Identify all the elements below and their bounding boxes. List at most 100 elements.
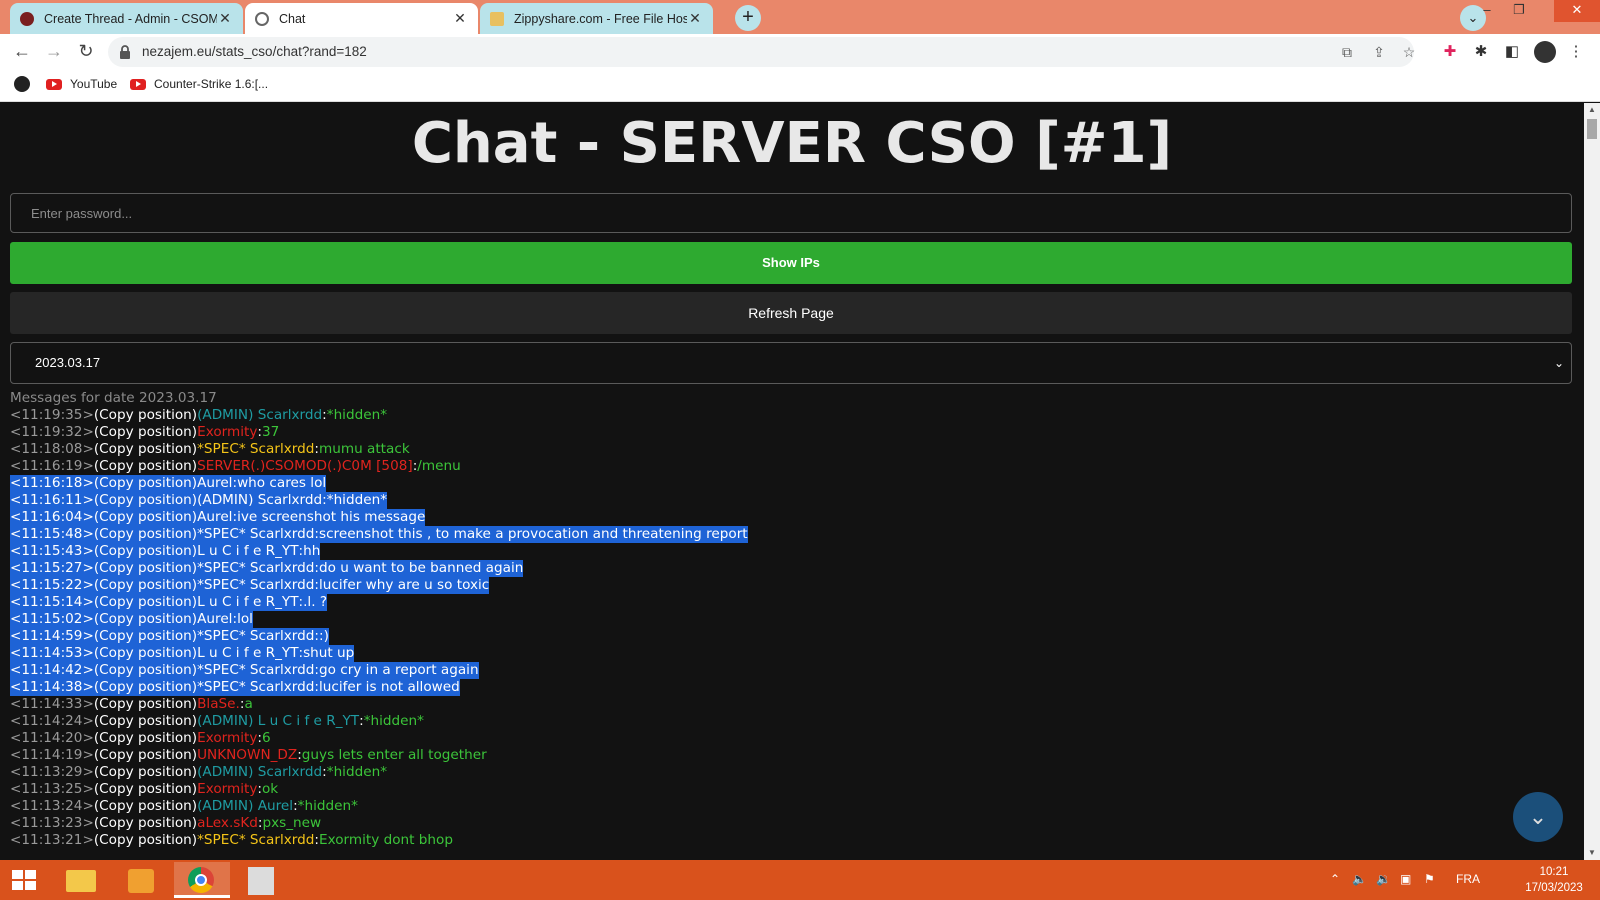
copy-position-link[interactable]: (Copy position) (93, 662, 198, 679)
scroll-up-arrow-icon[interactable]: ▲ (1584, 103, 1600, 117)
message-text: lucifer why are u so toxic (318, 577, 490, 594)
message-timestamp: <11:18:08> (10, 441, 94, 457)
player-name: *SPEC* Scarlxrdd (197, 560, 315, 577)
copy-position-link[interactable]: (Copy position) (94, 781, 197, 798)
chat-message: <11:16:18> (Copy position) Aurel : who c… (10, 475, 327, 492)
refresh-page-button[interactable]: Refresh Page (10, 292, 1572, 334)
copy-position-link[interactable]: (Copy position) (93, 611, 198, 628)
copy-position-link[interactable]: (Copy position) (94, 407, 197, 424)
copy-position-link[interactable]: (Copy position) (94, 696, 197, 713)
scroll-down-button[interactable]: ⌄ (1513, 792, 1563, 842)
message-timestamp: <11:15:14> (10, 594, 94, 611)
tab-create-thread[interactable]: Create Thread - Admin - CSOMOD ✕ (10, 3, 243, 34)
message-text: pxs_new (262, 815, 322, 831)
copy-position-link[interactable]: (Copy position) (94, 713, 197, 730)
translate-icon[interactable]: ⧉ (1338, 43, 1356, 61)
player-name: *SPEC* Scarlxrdd (197, 526, 315, 543)
player-name: UNKNOWN_DZ (197, 747, 298, 763)
copy-position-link[interactable]: (Copy position) (94, 458, 197, 475)
copy-position-link[interactable]: (Copy position) (93, 526, 198, 543)
close-tab-icon[interactable]: ✕ (687, 10, 703, 27)
minimize-icon[interactable]: – (1472, 0, 1502, 22)
copy-position-link[interactable]: (Copy position) (94, 424, 197, 441)
reload-icon[interactable]: ↻ (74, 40, 98, 64)
message-timestamp: <11:13:24> (10, 798, 94, 814)
restore-icon[interactable]: ❐ (1504, 0, 1534, 22)
date-select[interactable]: 2023.03.17 ⌄ (10, 342, 1572, 384)
copy-position-link[interactable]: (Copy position) (93, 492, 198, 509)
copy-position-link[interactable]: (Copy position) (93, 594, 198, 611)
profile-avatar-icon[interactable] (1534, 41, 1556, 63)
star-icon[interactable]: ☆ (1400, 43, 1418, 61)
apps-globe-icon[interactable] (14, 76, 30, 92)
volume-icon[interactable]: 🔈 (1352, 872, 1367, 886)
copy-position-link[interactable]: (Copy position) (94, 815, 197, 832)
copy-position-link[interactable]: (Copy position) (93, 509, 198, 526)
tray-overflow-icon[interactable]: ⌃ (1330, 872, 1340, 886)
copy-position-link[interactable]: (Copy position) (94, 832, 197, 849)
copy-position-link[interactable]: (Copy position) (93, 679, 198, 696)
chat-log: Messages for date 2023.03.17 <11:19:35> … (10, 390, 1572, 849)
scroll-down-arrow-icon[interactable]: ▼ (1584, 846, 1600, 860)
message-text: who cares lol (237, 475, 327, 492)
language-indicator[interactable]: FRA (1456, 872, 1480, 886)
copy-position-link[interactable]: (Copy position) (94, 764, 197, 781)
tab-chat[interactable]: Chat ✕ (245, 3, 478, 34)
counter-strike-icon[interactable] (234, 862, 290, 898)
message-timestamp: <11:15:48> (10, 526, 94, 543)
windows-start-icon[interactable] (12, 870, 36, 890)
message-timestamp: <11:16:11> (10, 492, 94, 509)
bookmark-counter-strike[interactable]: Counter-Strike 1.6:[... (130, 77, 268, 91)
copy-position-link[interactable]: (Copy position) (93, 577, 198, 594)
extension-icon[interactable]: ✚ (1440, 42, 1460, 62)
message-text: lucifer is not allowed (318, 679, 460, 696)
copy-position-link[interactable]: (Copy position) (93, 645, 198, 662)
url-text[interactable]: nezajem.eu/stats_cso/chat?rand=182 (142, 44, 367, 59)
chat-message: <11:13:29> (Copy position) (ADMIN) Scarl… (10, 764, 387, 781)
lock-icon[interactable] (118, 44, 132, 60)
copy-position-link[interactable]: (Copy position) (93, 560, 198, 577)
forward-arrow-icon[interactable]: → (42, 40, 66, 64)
system-clock[interactable]: 10:21 17/03/2023 (1520, 864, 1588, 896)
chat-message: <11:14:19> (Copy position) UNKNOWN_DZ : … (10, 747, 487, 764)
bookmark-youtube[interactable]: YouTube (46, 77, 117, 91)
show-ips-button[interactable]: Show IPs (10, 242, 1572, 284)
sidepanel-icon[interactable]: ◧ (1502, 42, 1522, 62)
address-bar[interactable]: nezajem.eu/stats_cso/chat?rand=182 ⧉ ⇪ ☆ (108, 37, 1415, 67)
close-tab-icon[interactable]: ✕ (217, 10, 233, 27)
chat-message: <11:15:02> (Copy position) Aurel : lol (10, 611, 253, 628)
password-input[interactable] (10, 193, 1572, 233)
puzzle-icon[interactable]: ✱ (1471, 42, 1491, 62)
player-name: Aurel (197, 475, 233, 492)
message-timestamp: <11:13:29> (10, 764, 94, 780)
file-explorer-icon[interactable] (54, 862, 110, 898)
copy-position-link[interactable]: (Copy position) (93, 628, 198, 645)
copy-position-link[interactable]: (Copy position) (93, 543, 198, 560)
player-name: (ADMIN) L u C i f e R_YT (197, 713, 360, 729)
speaker-icon[interactable]: 🔉 (1376, 872, 1391, 886)
messages-header: Messages for date 2023.03.17 (10, 390, 217, 406)
new-tab-button[interactable]: + (735, 5, 761, 31)
chat-message: <11:14:33> (Copy position) BlaSe. : a (10, 696, 253, 713)
chrome-taskbar-icon[interactable] (174, 862, 230, 898)
page-scrollbar[interactable]: ▲ ▼ (1584, 103, 1600, 860)
close-tab-icon[interactable]: ✕ (452, 10, 468, 27)
tab-strip: Create Thread - Admin - CSOMOD ✕ Chat ✕ … (0, 0, 1600, 34)
message-timestamp: <11:15:02> (10, 611, 94, 628)
back-arrow-icon[interactable]: ← (10, 40, 34, 64)
tab-zippyshare[interactable]: Zippyshare.com - Free File Hosting ✕ (480, 3, 713, 34)
network-icon[interactable]: ▣ (1400, 872, 1411, 886)
media-player-icon[interactable] (114, 862, 170, 898)
copy-position-link[interactable]: (Copy position) (94, 730, 197, 747)
scrollbar-thumb[interactable] (1587, 119, 1597, 139)
action-center-icon[interactable]: ⚑ (1424, 872, 1435, 886)
copy-position-link[interactable]: (Copy position) (93, 475, 198, 492)
copy-position-link[interactable]: (Copy position) (94, 747, 197, 764)
share-icon[interactable]: ⇪ (1370, 43, 1388, 61)
more-menu-icon[interactable]: ⋮ (1566, 42, 1586, 62)
copy-position-link[interactable]: (Copy position) (94, 798, 197, 815)
copy-position-link[interactable]: (Copy position) (94, 441, 197, 458)
chat-message: <11:14:38> (Copy position) *SPEC* Scarlx… (10, 679, 460, 696)
close-window-icon[interactable]: ✕ (1554, 0, 1600, 22)
bookmark-label: YouTube (70, 77, 118, 91)
